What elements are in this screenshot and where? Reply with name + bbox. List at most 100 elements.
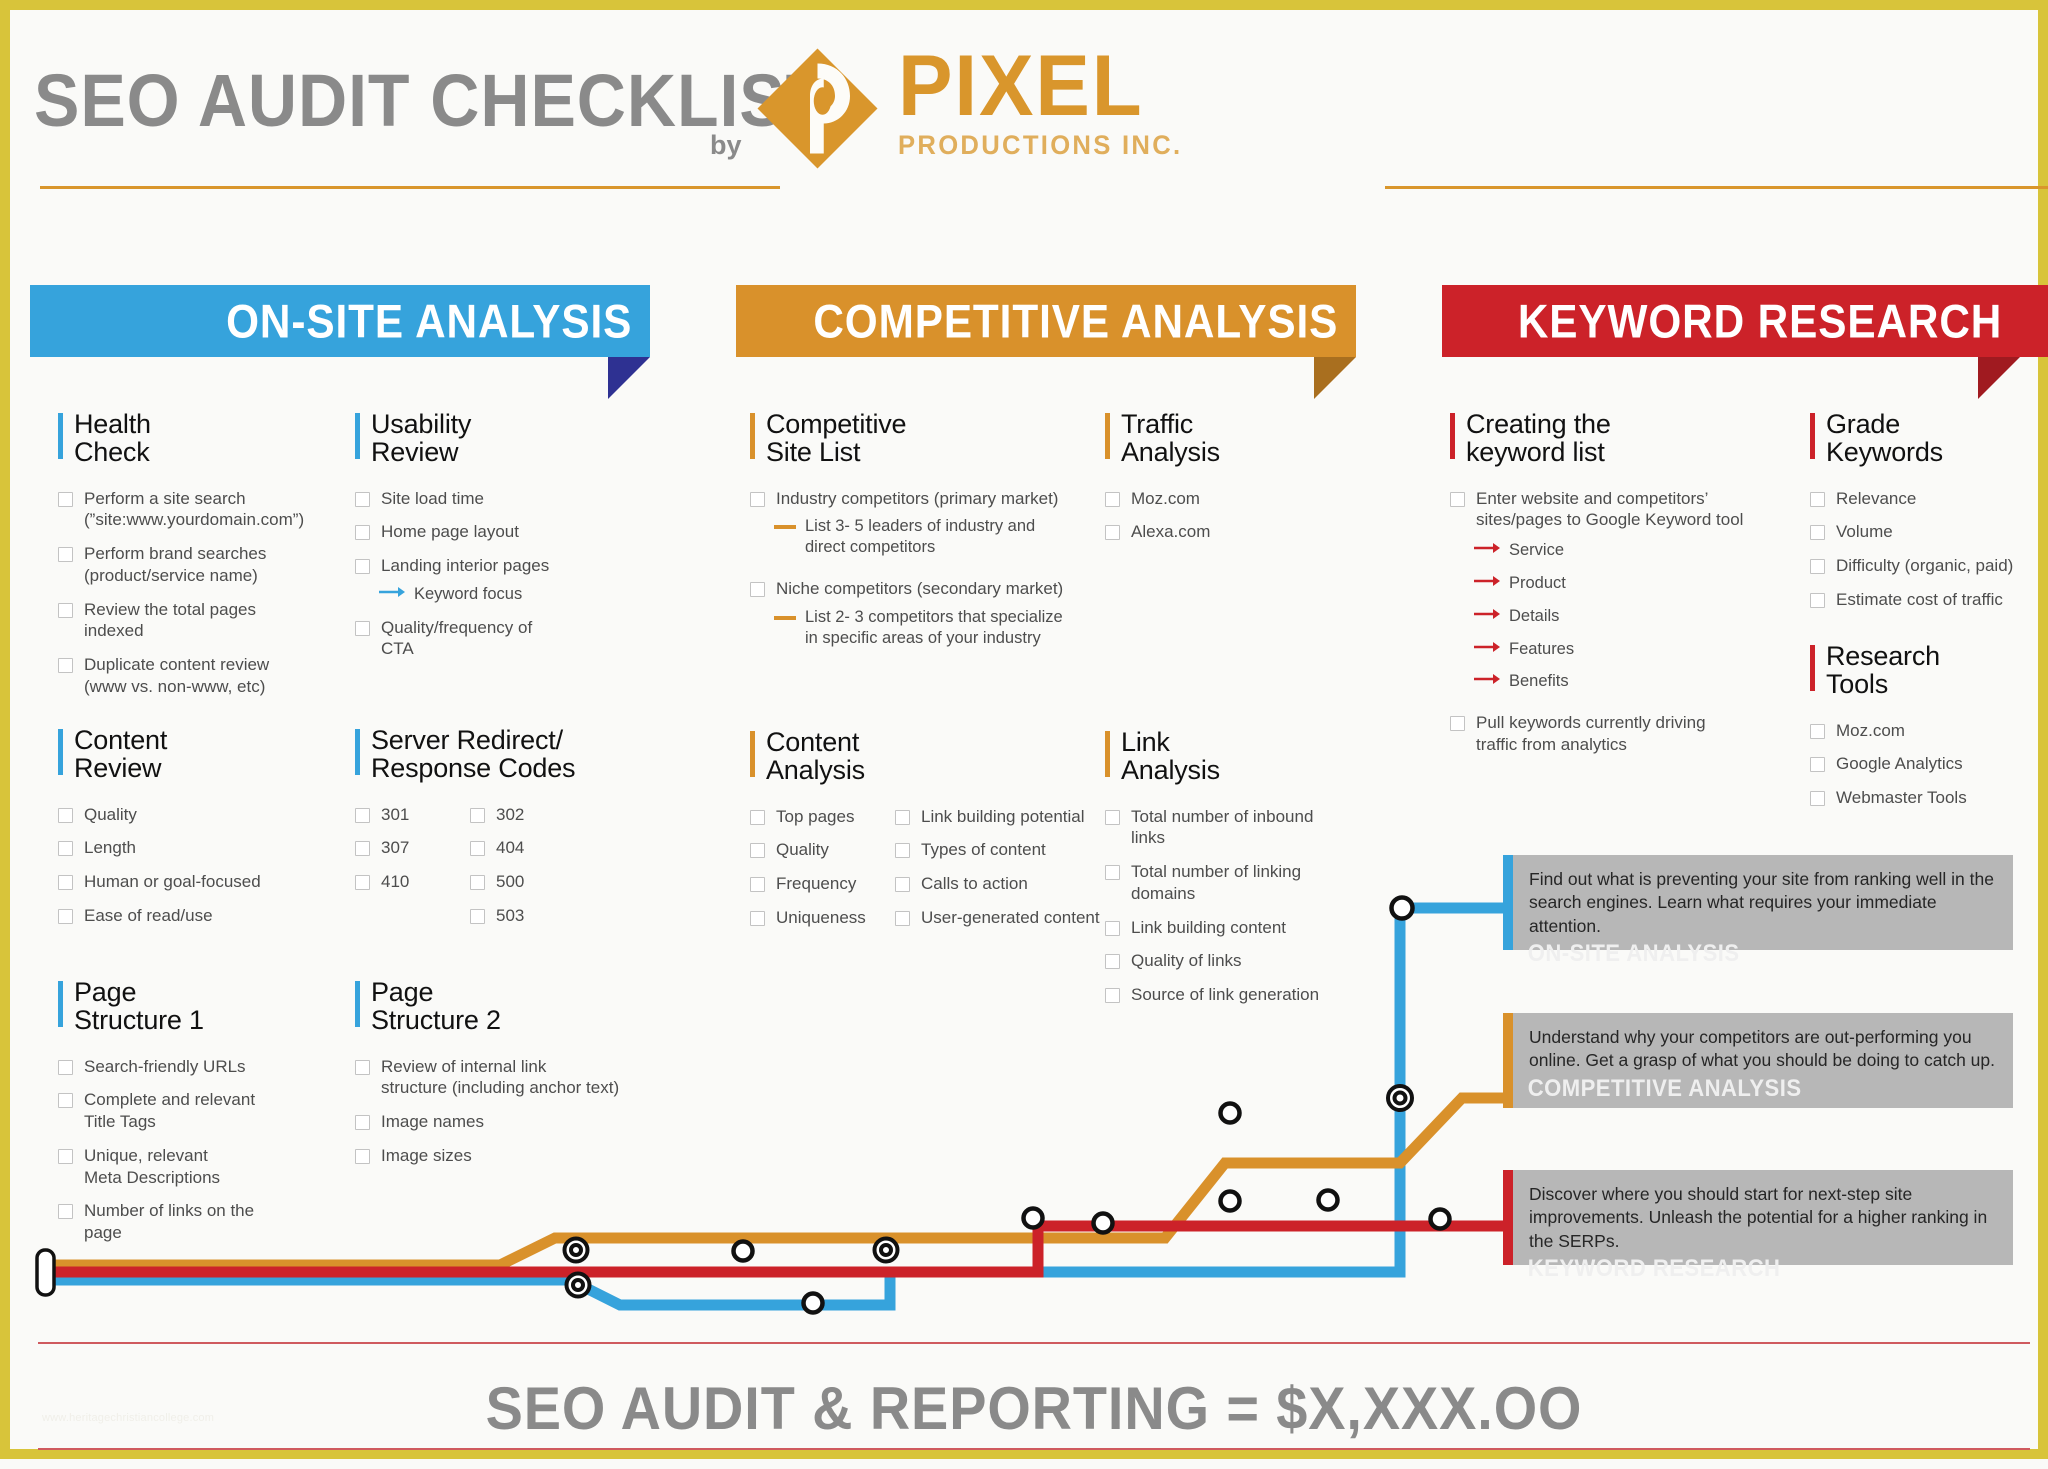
list-item[interactable]: Review the total pages indexed [58, 599, 348, 643]
list-item[interactable]: Complete and relevant Title Tags [58, 1089, 348, 1133]
checkbox-icon[interactable] [355, 559, 370, 575]
list-item[interactable]: 307 [355, 837, 470, 859]
list-item[interactable]: User-generated content [895, 907, 1110, 929]
list-item[interactable]: Image names [355, 1111, 655, 1133]
checkbox-icon[interactable] [470, 841, 485, 857]
checkbox-icon[interactable] [1450, 491, 1465, 507]
checkbox-icon[interactable] [355, 875, 370, 891]
checkbox-icon[interactable] [1810, 559, 1825, 575]
list-item[interactable]: Quality [58, 804, 348, 826]
checkbox-icon[interactable] [1105, 988, 1120, 1004]
list-item[interactable]: Uniqueness [750, 907, 895, 929]
list-item[interactable]: Total number of linking domains [1105, 861, 1365, 905]
checkbox-icon[interactable] [1810, 757, 1825, 773]
checkbox-icon[interactable] [1810, 791, 1825, 807]
checkbox-icon[interactable] [355, 1148, 370, 1164]
checkbox-icon[interactable] [1810, 723, 1825, 739]
list-item[interactable]: Perform brand searches (product/service n… [58, 543, 348, 587]
list-item[interactable]: 301 [355, 804, 470, 826]
checkbox-icon[interactable] [355, 1115, 370, 1131]
checkbox-icon[interactable] [58, 1148, 73, 1164]
checkbox-icon[interactable] [58, 841, 73, 857]
checkbox-icon[interactable] [750, 491, 765, 507]
list-item[interactable]: 410 [355, 871, 470, 893]
list-item[interactable]: Quality [750, 839, 895, 861]
checkbox-icon[interactable] [895, 877, 910, 893]
checkbox-icon[interactable] [750, 809, 765, 825]
list-item[interactable]: 302 [470, 804, 585, 826]
checkbox-icon[interactable] [355, 1059, 370, 1075]
checkbox-icon[interactable] [750, 877, 765, 893]
list-item[interactable]: Ease of read/use [58, 905, 348, 927]
list-item[interactable]: Number of links on the page [58, 1200, 348, 1244]
checkbox-icon[interactable] [58, 908, 73, 924]
list-item[interactable]: Unique, relevant Meta Descriptions [58, 1145, 348, 1189]
list-item[interactable]: 500 [470, 871, 585, 893]
checkbox-icon[interactable] [470, 908, 485, 924]
checkbox-icon[interactable] [58, 547, 73, 563]
list-item[interactable]: Search-friendly URLs [58, 1056, 348, 1078]
checkbox-icon[interactable] [58, 1204, 73, 1220]
list-item[interactable]: Duplicate content review (www vs. non-www… [58, 654, 348, 698]
list-item[interactable]: Relevance [1810, 488, 2048, 510]
list-item[interactable]: Review of internal link structure (includ… [355, 1056, 655, 1100]
list-item[interactable]: Calls to action [895, 873, 1110, 895]
checkbox-icon[interactable] [355, 525, 370, 541]
checkbox-icon[interactable] [750, 843, 765, 859]
checkbox-icon[interactable] [58, 1059, 73, 1075]
list-item[interactable]: Top pages [750, 806, 895, 828]
checkbox-icon[interactable] [58, 658, 73, 674]
list-item[interactable]: 404 [470, 837, 585, 859]
checkbox-icon[interactable] [1810, 491, 1825, 507]
checkbox-icon[interactable] [470, 807, 485, 823]
list-item[interactable]: Image sizes [355, 1145, 655, 1167]
checkbox-icon[interactable] [1105, 954, 1120, 970]
checkbox-icon[interactable] [1105, 865, 1120, 881]
checkbox-icon[interactable] [895, 843, 910, 859]
list-item[interactable]: Quality/frequency of CTA [355, 617, 625, 661]
checkbox-icon[interactable] [895, 809, 910, 825]
list-item[interactable]: Quality of links [1105, 950, 1365, 972]
list-item[interactable]: Frequency [750, 873, 895, 895]
list-item[interactable]: Home page layout [355, 521, 625, 543]
checkbox-icon[interactable] [58, 491, 73, 507]
checkbox-icon[interactable] [58, 1093, 73, 1109]
list-item[interactable]: Estimate cost of traffic [1810, 589, 2048, 611]
checkbox-icon[interactable] [355, 841, 370, 857]
checkbox-icon[interactable] [750, 910, 765, 926]
checkbox-icon[interactable] [58, 602, 73, 618]
checkbox-icon[interactable] [895, 910, 910, 926]
list-item[interactable]: Landing interior pages [355, 555, 625, 577]
list-item[interactable]: Pull keywords currently driving traffic f… [1450, 712, 1800, 756]
checkbox-icon[interactable] [355, 807, 370, 823]
list-item[interactable]: Human or goal-focused [58, 871, 348, 893]
list-item[interactable]: Link building content [1105, 917, 1365, 939]
list-item[interactable]: Google Analytics [1810, 753, 2048, 775]
checkbox-icon[interactable] [355, 620, 370, 636]
list-item[interactable]: Niche competitors (secondary market) [750, 578, 1080, 600]
list-item[interactable]: Alexa.com [1105, 521, 1335, 543]
list-item[interactable]: Types of content [895, 839, 1110, 861]
checkbox-icon[interactable] [470, 875, 485, 891]
list-item[interactable]: Source of link generation [1105, 984, 1365, 1006]
checkbox-icon[interactable] [1450, 716, 1465, 732]
checkbox-icon[interactable] [750, 582, 765, 597]
checkbox-icon[interactable] [1105, 525, 1120, 541]
list-item[interactable]: Moz.com [1810, 720, 2048, 742]
list-item[interactable]: Enter website and competitors’ sites/page… [1450, 488, 1800, 532]
list-item[interactable]: Moz.com [1105, 488, 1335, 510]
checkbox-icon[interactable] [58, 807, 73, 823]
checkbox-icon[interactable] [1105, 920, 1120, 936]
list-item[interactable]: Difficulty (organic, paid) [1810, 555, 2048, 577]
list-item[interactable]: Link building potential [895, 806, 1110, 828]
list-item[interactable]: Length [58, 837, 348, 859]
checkbox-icon[interactable] [1105, 491, 1120, 507]
list-item[interactable]: Perform a site search (”site:www.yourdoma… [58, 488, 348, 532]
checkbox-icon[interactable] [1810, 525, 1825, 541]
list-item[interactable]: Volume [1810, 521, 2048, 543]
list-item[interactable]: Total number of inbound links [1105, 806, 1365, 850]
list-item[interactable]: Site load time [355, 488, 625, 510]
checkbox-icon[interactable] [355, 491, 370, 507]
checkbox-icon[interactable] [1105, 809, 1120, 825]
list-item[interactable]: Webmaster Tools [1810, 787, 2048, 809]
